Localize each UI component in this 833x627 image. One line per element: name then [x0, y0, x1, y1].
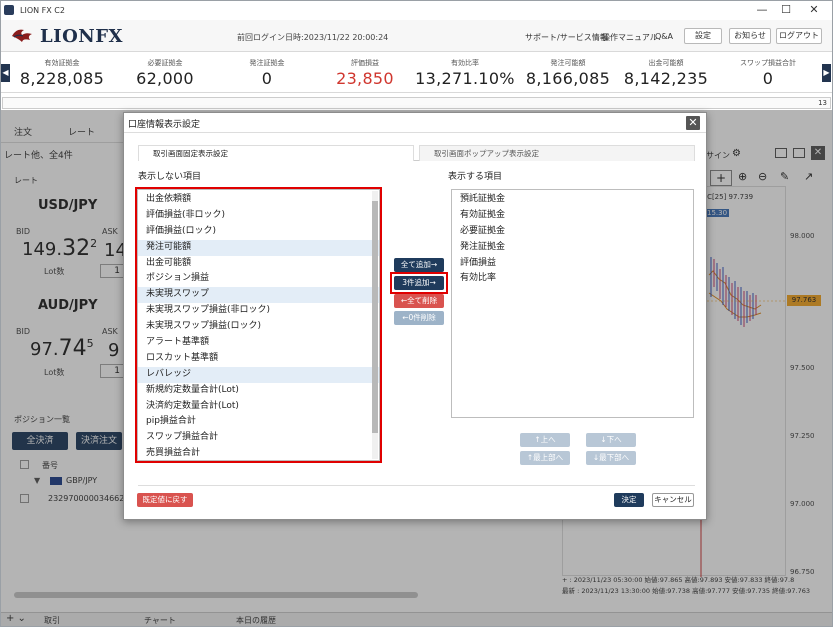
stats-prev-arrow[interactable]: ◀: [1, 64, 10, 82]
list-item[interactable]: 預託証拠金: [452, 192, 693, 208]
title-bar: LION FX C2 — ☐ ✕: [0, 0, 833, 20]
settings-button[interactable]: 設定: [684, 28, 722, 44]
stat-effective-margin: 有効証拠金 8,228,085: [19, 59, 105, 88]
tab-popup-display[interactable]: 取引画面ポップアップ表示設定: [419, 145, 695, 161]
lion-logo-icon: [12, 29, 32, 42]
ok-button[interactable]: 決定: [614, 493, 644, 507]
ticker-scroll-row[interactable]: 13: [2, 97, 831, 109]
tab-fixed-display[interactable]: 取引画面固定表示設定: [138, 145, 414, 161]
maximize-button[interactable]: ☐: [772, 0, 800, 20]
cancel-button[interactable]: キャンセル: [652, 493, 694, 507]
remove-selected-button[interactable]: ←0件削除: [394, 311, 444, 325]
dialog-footer-divider: [138, 485, 695, 486]
stat-required-margin: 必要証拠金 62,000: [136, 59, 194, 88]
list-item[interactable]: 有効証拠金: [452, 208, 693, 224]
move-top-button[interactable]: ↑最上部へ: [520, 451, 570, 465]
shown-items-list[interactable]: 預託証拠金 有効証拠金 必要証拠金 発注証拠金 評価損益 有効比率: [451, 189, 694, 418]
add-all-button[interactable]: 全て追加→: [394, 258, 444, 272]
app-icon: [4, 5, 14, 15]
account-display-settings-dialog: 口座情報表示設定 ✕ 取引画面固定表示設定 取引画面ポップアップ表示設定 表示し…: [123, 112, 707, 520]
list-item[interactable]: 発注証拠金: [452, 240, 693, 256]
dialog-title-bar: 口座情報表示設定 ✕: [124, 113, 706, 133]
support-link[interactable]: サポート/サービス情報: [525, 32, 608, 43]
settings-tabs: 取引画面固定表示設定 取引画面ポップアップ表示設定: [138, 145, 695, 161]
reset-defaults-button[interactable]: 既定値に戻す: [137, 493, 193, 507]
dialog-title: 口座情報表示設定: [128, 120, 201, 130]
stat-effective-ratio: 有効比率 13,271.10%: [415, 59, 515, 88]
hidden-items-label: 表示しない項目: [138, 172, 202, 182]
stat-unrealized-pl: 評価損益 23,850: [336, 59, 394, 88]
stat-orderable-amount: 発注可能額 8,166,085: [525, 59, 611, 88]
list-item[interactable]: 必要証拠金: [452, 224, 693, 240]
window-title: LION FX C2: [20, 5, 65, 15]
list-item[interactable]: 評価損益: [452, 256, 693, 272]
stat-order-margin: 発注証拠金 0: [249, 59, 285, 88]
stat-swap-total: スワップ損益合計 0: [740, 59, 796, 88]
shown-items-label: 表示する項目: [448, 172, 503, 182]
notice-button[interactable]: お知らせ: [729, 28, 771, 44]
move-down-button[interactable]: ↓下へ: [586, 433, 636, 447]
faq-link[interactable]: Q&A: [655, 32, 673, 41]
brand-logo: LIONFX: [10, 24, 123, 48]
app-header: LIONFX 前回ログイン日時:2023/11/22 20:00:24 サポート…: [0, 20, 833, 52]
manual-link[interactable]: 操作マニュアル: [602, 32, 658, 43]
highlight-box: [390, 272, 448, 294]
ticker-counter: 13: [818, 99, 827, 107]
remove-all-button[interactable]: ←全て削除: [394, 294, 444, 308]
logout-button[interactable]: ログアウト: [776, 28, 822, 44]
highlight-box: [135, 187, 382, 463]
last-login-text: 前回ログイン日時:2023/11/22 20:00:24: [237, 33, 389, 42]
dialog-close-button[interactable]: ✕: [686, 116, 700, 130]
move-bottom-button[interactable]: ↓最下部へ: [586, 451, 636, 465]
list-item[interactable]: 有効比率: [452, 271, 693, 287]
stat-withdrawable-amount: 出金可能額 8,142,235: [623, 59, 709, 88]
brand-name: LIONFX: [40, 25, 123, 47]
account-stats-bar: ◀ 有効証拠金 8,228,085 必要証拠金 62,000 発注証拠金 0 評価損益…: [0, 53, 833, 93]
stats-next-arrow[interactable]: ▶: [822, 64, 831, 82]
window-close-button[interactable]: ✕: [800, 0, 828, 20]
move-up-button[interactable]: ↑上へ: [520, 433, 570, 447]
